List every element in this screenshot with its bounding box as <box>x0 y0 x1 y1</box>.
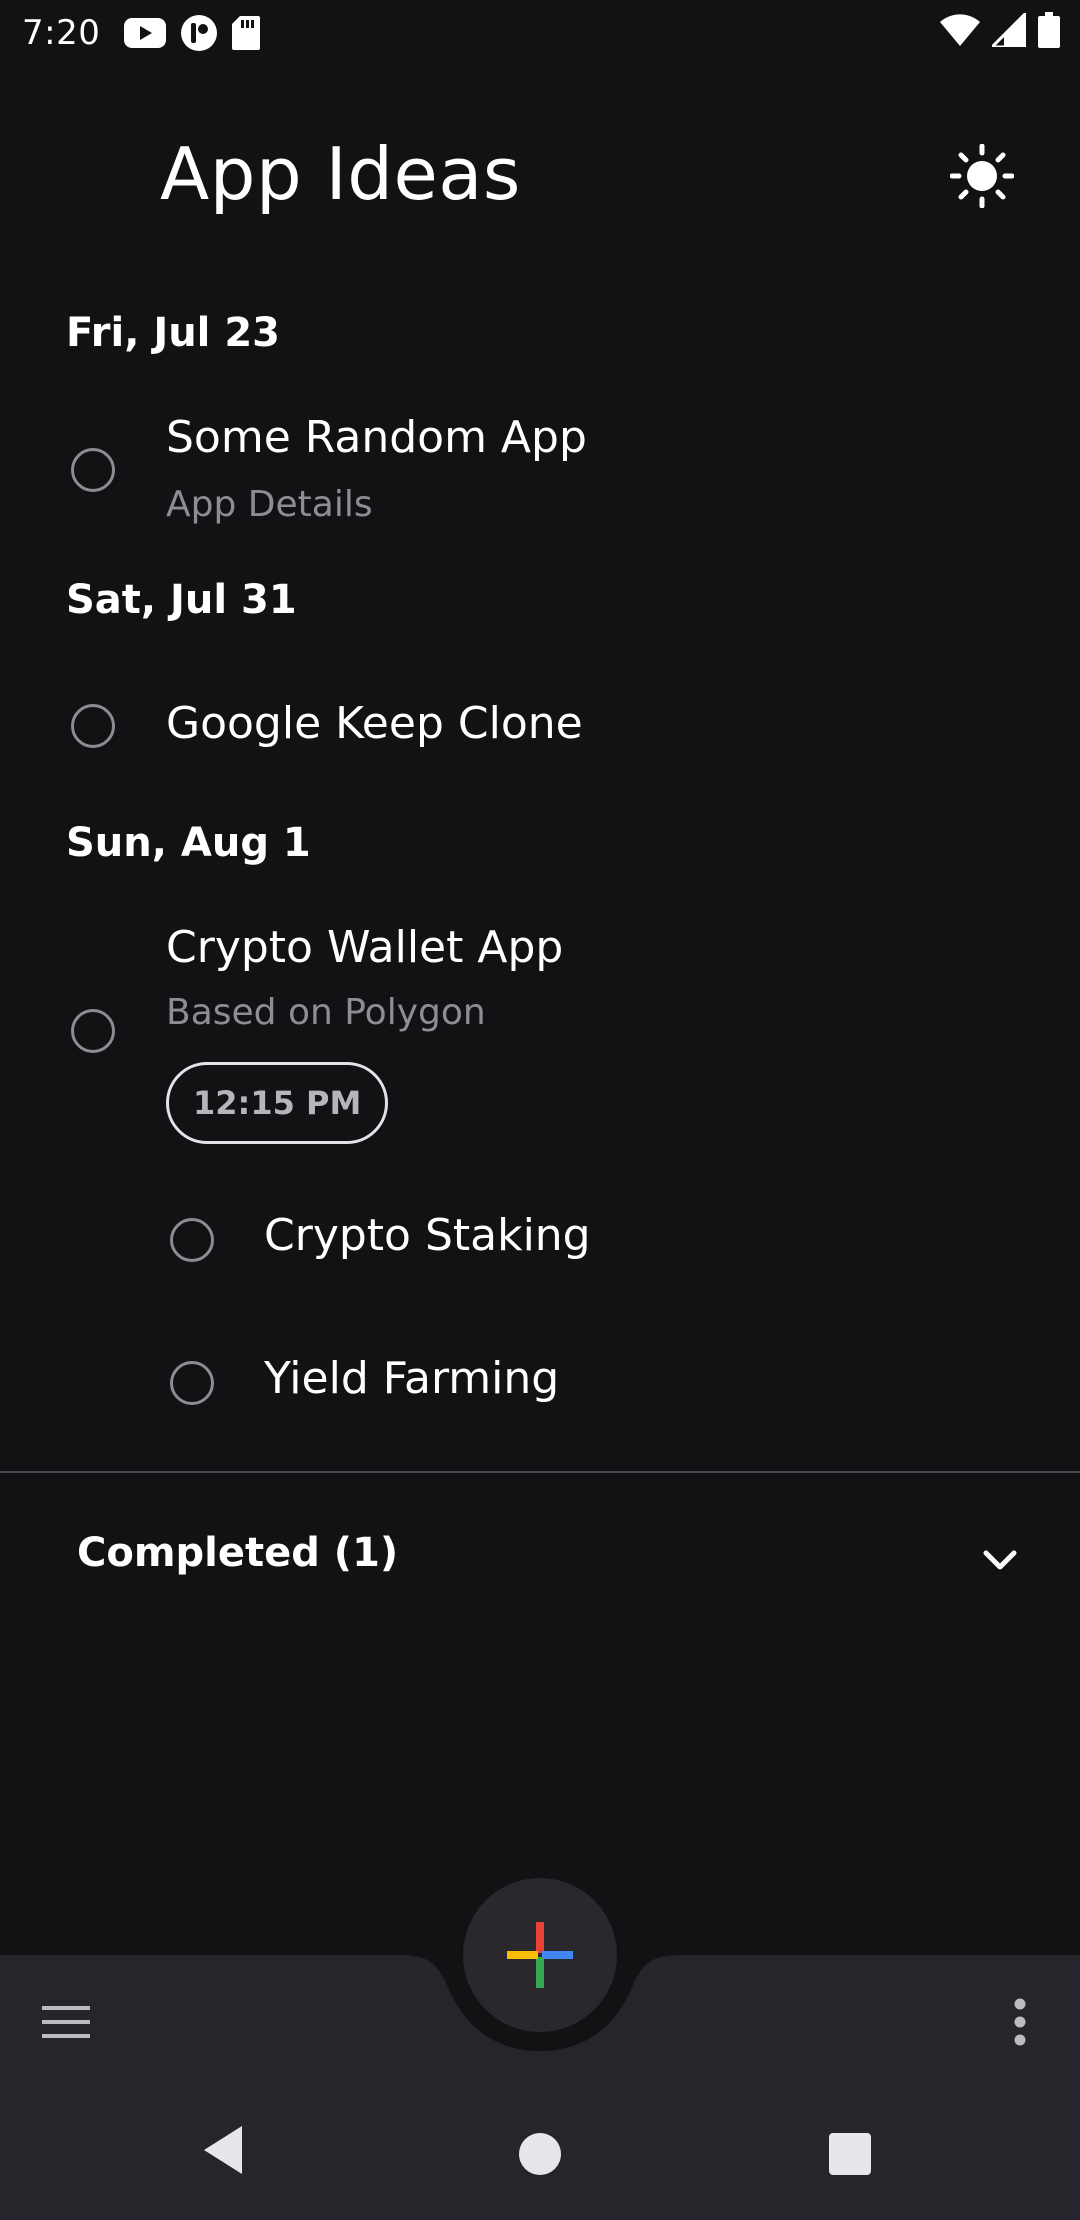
status-time: 7:20 <box>22 13 101 53</box>
date-header: Fri, Jul 23 <box>66 310 280 356</box>
subtask-item[interactable]: Crypto Staking <box>0 1190 1080 1290</box>
task-title: Some Random App <box>166 412 587 463</box>
status-notification-icons <box>124 14 261 52</box>
back-icon <box>200 2124 248 2176</box>
page-title: App Ideas <box>160 132 521 216</box>
home-button[interactable] <box>519 2133 561 2175</box>
battery-icon <box>1038 12 1060 48</box>
date-header: Sun, Aug 1 <box>66 820 311 866</box>
task-title: Crypto Wallet App <box>166 922 564 973</box>
date-header: Sat, Jul 31 <box>66 577 297 623</box>
subtask-title: Crypto Staking <box>264 1210 591 1261</box>
reminder-time-chip[interactable]: 12:15 PM <box>166 1062 389 1144</box>
task-details: App Details <box>166 484 373 525</box>
task-complete-radio[interactable] <box>71 448 115 492</box>
task-complete-radio[interactable] <box>71 704 115 748</box>
chevron-down-icon <box>976 1536 1024 1584</box>
app-icon <box>180 14 218 52</box>
sun-icon <box>950 144 1014 208</box>
back-button[interactable] <box>200 2124 256 2180</box>
menu-icon <box>40 2002 92 2042</box>
wifi-icon <box>940 14 980 46</box>
task-complete-radio[interactable] <box>71 1009 115 1053</box>
divider <box>0 1471 1080 1473</box>
subtask-item[interactable]: Yield Farming <box>0 1333 1080 1433</box>
task-title: Google Keep Clone <box>166 698 583 749</box>
youtube-icon <box>124 18 167 48</box>
subtask-complete-radio[interactable] <box>170 1361 214 1405</box>
completed-label: Completed (1) <box>77 1530 399 1576</box>
task-details: Based on Polygon <box>166 992 486 1033</box>
signal-icon <box>992 13 1026 47</box>
status-system-icons <box>940 12 1060 48</box>
recents-button[interactable] <box>829 2133 871 2175</box>
menu-button[interactable] <box>36 1992 96 2052</box>
sd-card-icon <box>232 16 261 50</box>
screen: 7:20 App Ideas Fri, Jul 23 Some Random A… <box>0 0 1080 2220</box>
task-item[interactable]: Crypto Wallet App Based on Polygon 12:15… <box>0 910 1080 1150</box>
plus-icon <box>505 1920 575 1990</box>
more-vert-icon <box>1012 1998 1028 2046</box>
subtask-complete-radio[interactable] <box>170 1218 214 1262</box>
theme-toggle-button[interactable] <box>944 138 1020 214</box>
completed-section-toggle[interactable]: Completed (1) <box>0 1508 1080 1604</box>
task-item[interactable]: Google Keep Clone <box>0 680 1080 772</box>
more-options-button[interactable] <box>990 1992 1050 2052</box>
task-item[interactable]: Some Random App App Details <box>0 400 1080 540</box>
add-task-fab[interactable] <box>463 1878 617 2032</box>
status-bar: 7:20 <box>0 0 1080 66</box>
subtask-title: Yield Farming <box>264 1353 560 1404</box>
